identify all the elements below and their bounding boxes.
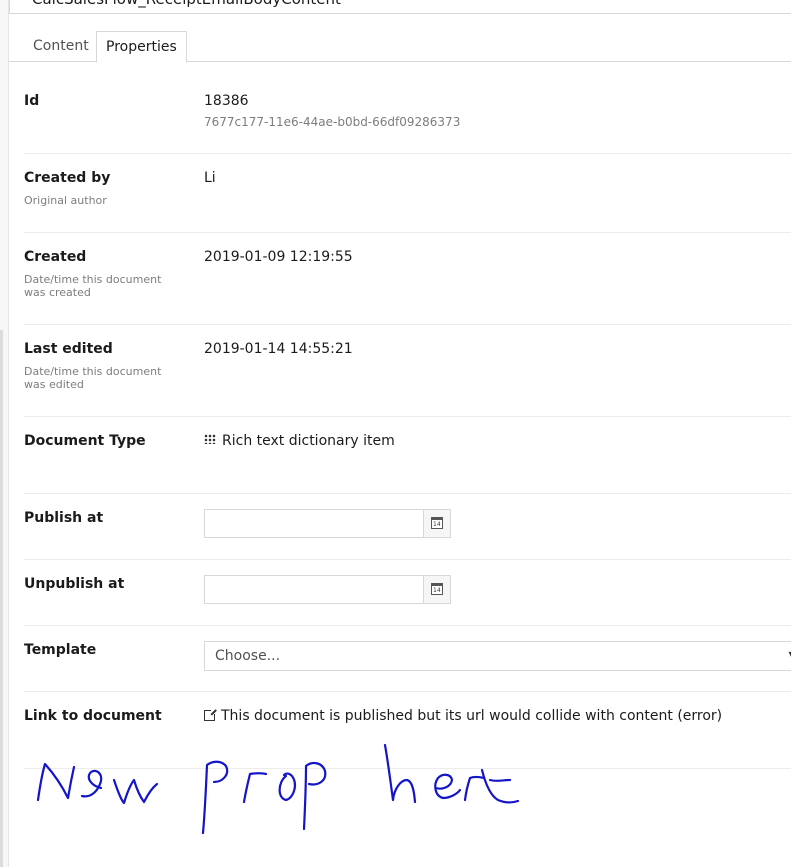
tab-content[interactable]: Content: [24, 31, 98, 62]
property-description: Original author: [24, 194, 107, 207]
publish-at-field[interactable]: 14: [204, 509, 451, 538]
property-description: Date/time this document was edited: [24, 365, 162, 391]
guid-value: 7677c177-11e6-44ae-b0bd-66df09286373: [204, 115, 461, 129]
property-template: Template Choose... ▼: [24, 626, 791, 692]
property-publish-at: Publish at 14: [24, 494, 791, 560]
unpublish-at-field[interactable]: 14: [204, 575, 451, 604]
property-label: Document Type: [24, 433, 146, 449]
document-type-link[interactable]: Rich text dictionary item: [204, 433, 395, 449]
property-label: Publish at: [24, 510, 104, 526]
template-selected: Choose...: [215, 648, 281, 664]
property-label: Created by: [24, 170, 111, 186]
calendar-icon: 14: [431, 517, 443, 529]
left-panel-edge: [0, 0, 9, 867]
template-select[interactable]: Choose... ▼: [204, 641, 791, 671]
property-created: Created Date/time this document was crea…: [24, 233, 791, 325]
property-description: Date/time this document was created: [24, 273, 162, 299]
handwritten-annotation: [36, 743, 520, 835]
created-by-value: Li: [204, 170, 216, 186]
created-value: 2019-01-09 12:19:55: [204, 249, 353, 265]
property-label: Id: [24, 93, 40, 109]
document-name-input[interactable]: CalcSalesFlow_ReceiptEmailBodyContent: [9, 0, 791, 14]
grid-dots-icon: [204, 434, 216, 444]
property-unpublish-at: Unpublish at 14: [24, 560, 791, 626]
link-to-document-value: This document is published but its url w…: [221, 708, 723, 724]
property-label: Last edited: [24, 341, 113, 357]
property-id: Id 18386 7677c177-11e6-44ae-b0bd-66df092…: [24, 62, 791, 154]
property-label: Template: [24, 642, 97, 658]
property-label: Link to document: [24, 708, 162, 724]
property-document-type: Document Type Rich text dictionary item: [24, 417, 791, 494]
property-label: Created: [24, 249, 87, 265]
tab-bar: Content Properties: [9, 31, 791, 63]
calendar-icon: 14: [431, 583, 443, 595]
unpublish-at-calendar-button[interactable]: 14: [423, 576, 450, 603]
tab-properties[interactable]: Properties: [96, 31, 187, 63]
id-value: 18386: [204, 93, 249, 109]
external-link-icon: [204, 708, 217, 721]
publish-at-calendar-button[interactable]: 14: [423, 510, 450, 537]
last-edited-value: 2019-01-14 14:55:21: [204, 341, 353, 357]
document-link[interactable]: This document is published but its url w…: [204, 708, 722, 724]
document-type-value: Rich text dictionary item: [222, 433, 395, 449]
property-label: Unpublish at: [24, 576, 125, 592]
property-created-by: Created by Original author Li: [24, 154, 791, 233]
property-last-edited: Last edited Date/time this document was …: [24, 325, 791, 417]
